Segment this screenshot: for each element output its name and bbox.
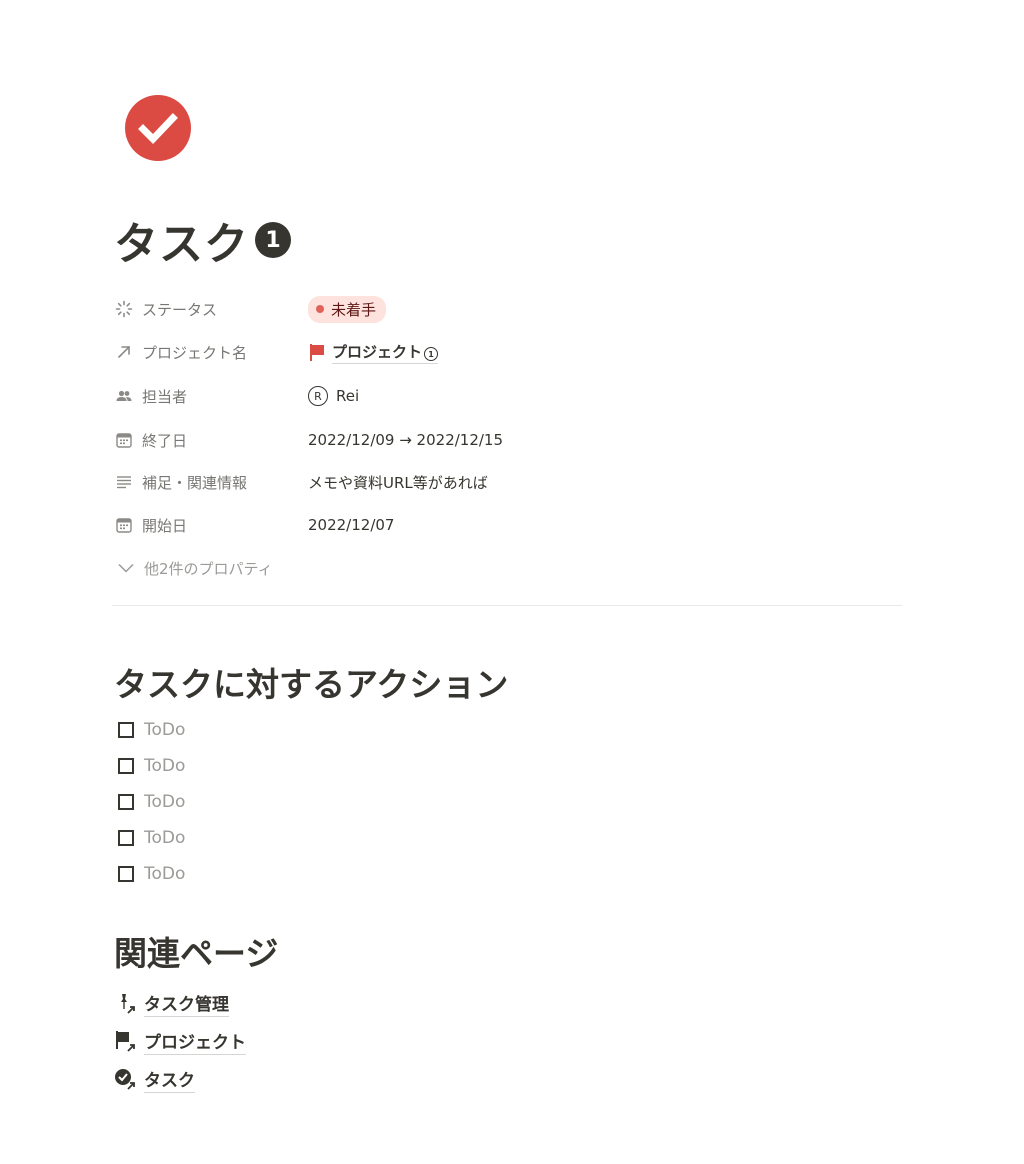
project-name: プロジェクト <box>332 342 423 361</box>
link-label: タスク <box>144 1066 195 1093</box>
page-title[interactable]: タスク 1 <box>114 210 291 270</box>
property-label: 補足・関連情報 <box>142 473 248 492</box>
assignee-name: Rei <box>336 387 360 405</box>
avatar: R <box>308 386 328 406</box>
end-date-value[interactable]: 2022/12/09 → 2022/12/15 <box>308 431 503 449</box>
property-start-date[interactable]: 開始日 2022/12/07 <box>114 508 894 542</box>
todo-checkbox[interactable] <box>118 758 134 774</box>
property-end-date[interactable]: 終了日 2022/12/09 → 2022/12/15 <box>114 423 894 457</box>
divider <box>112 605 902 606</box>
todo-placeholder[interactable]: ToDo <box>144 792 185 812</box>
related-link-task-management[interactable]: タスク管理 <box>114 984 246 1022</box>
status-value[interactable]: 未着手 <box>308 295 387 323</box>
title-number-badge: 1 <box>255 222 291 258</box>
property-name-start-date[interactable]: 開始日 <box>114 515 308 536</box>
assignee-value[interactable]: R Rei <box>308 386 359 406</box>
todo-item[interactable]: ToDo <box>114 712 185 748</box>
related-pages-heading[interactable]: 関連ページ <box>114 927 278 975</box>
related-link-task[interactable]: タスク <box>114 1060 246 1098</box>
status-icon <box>114 299 134 319</box>
property-name-status[interactable]: ステータス <box>114 299 308 320</box>
property-label: プロジェクト名 <box>142 343 248 362</box>
property-label: 開始日 <box>142 516 188 535</box>
related-links: タスク管理 プロジェクト タスク <box>114 984 246 1098</box>
property-label: 担当者 <box>142 387 188 406</box>
todo-item[interactable]: ToDo <box>114 820 185 856</box>
todo-checkbox[interactable] <box>118 794 134 810</box>
status-dot-icon <box>316 305 324 313</box>
pin-link-icon <box>114 991 138 1015</box>
relation-arrow-icon <box>114 342 134 362</box>
status-badge[interactable]: 未着手 <box>308 295 387 323</box>
todo-item[interactable]: ToDo <box>114 856 185 892</box>
project-number-badge: 1 <box>424 347 439 361</box>
todo-placeholder[interactable]: ToDo <box>144 828 185 848</box>
property-name-assignee[interactable]: 担当者 <box>114 386 308 407</box>
start-date-value[interactable]: 2022/12/07 <box>308 516 394 534</box>
flag-link-icon <box>114 1029 138 1053</box>
todo-checkbox[interactable] <box>118 830 134 846</box>
todo-item[interactable]: ToDo <box>114 748 185 784</box>
page-check-icon[interactable] <box>124 94 192 162</box>
link-label: タスク管理 <box>144 990 229 1017</box>
todo-checkbox[interactable] <box>118 866 134 882</box>
property-status[interactable]: ステータス 未着手 <box>114 292 894 326</box>
check-link-icon <box>114 1067 138 1091</box>
calendar-icon <box>114 430 134 450</box>
todo-list: ToDo ToDo ToDo ToDo ToDo <box>114 712 185 892</box>
actions-heading[interactable]: タスクに対するアクション <box>114 658 508 706</box>
link-label: プロジェクト <box>144 1028 246 1055</box>
page-title-text[interactable]: タスク <box>114 208 249 272</box>
property-name-end-date[interactable]: 終了日 <box>114 430 308 451</box>
property-name-notes[interactable]: 補足・関連情報 <box>114 472 308 493</box>
more-properties-label: 他2件のプロパティ <box>144 559 273 578</box>
todo-placeholder[interactable]: ToDo <box>144 864 185 884</box>
people-icon <box>114 386 134 406</box>
red-flag-icon <box>308 343 326 361</box>
property-name-project[interactable]: プロジェクト名 <box>114 342 308 363</box>
property-project[interactable]: プロジェクト名 プロジェクト 1 <box>114 335 894 369</box>
property-assignee[interactable]: 担当者 R Rei <box>114 379 894 413</box>
property-label: 終了日 <box>142 431 188 450</box>
chevron-down-icon <box>118 563 134 573</box>
todo-item[interactable]: ToDo <box>114 784 185 820</box>
notes-value[interactable]: メモや資料URL等があれば <box>308 472 488 493</box>
property-notes[interactable]: 補足・関連情報 メモや資料URL等があれば <box>114 465 894 499</box>
more-properties-toggle[interactable]: 他2件のプロパティ <box>114 556 273 580</box>
project-relation-link[interactable]: プロジェクト 1 <box>308 341 439 364</box>
related-link-project[interactable]: プロジェクト <box>114 1022 246 1060</box>
property-label: ステータス <box>142 300 218 319</box>
status-badge-label: 未着手 <box>331 300 377 319</box>
text-lines-icon <box>114 472 134 492</box>
calendar-icon <box>114 515 134 535</box>
project-relation-label: プロジェクト 1 <box>332 341 439 364</box>
todo-placeholder[interactable]: ToDo <box>144 720 185 740</box>
todo-checkbox[interactable] <box>118 722 134 738</box>
todo-placeholder[interactable]: ToDo <box>144 756 185 776</box>
